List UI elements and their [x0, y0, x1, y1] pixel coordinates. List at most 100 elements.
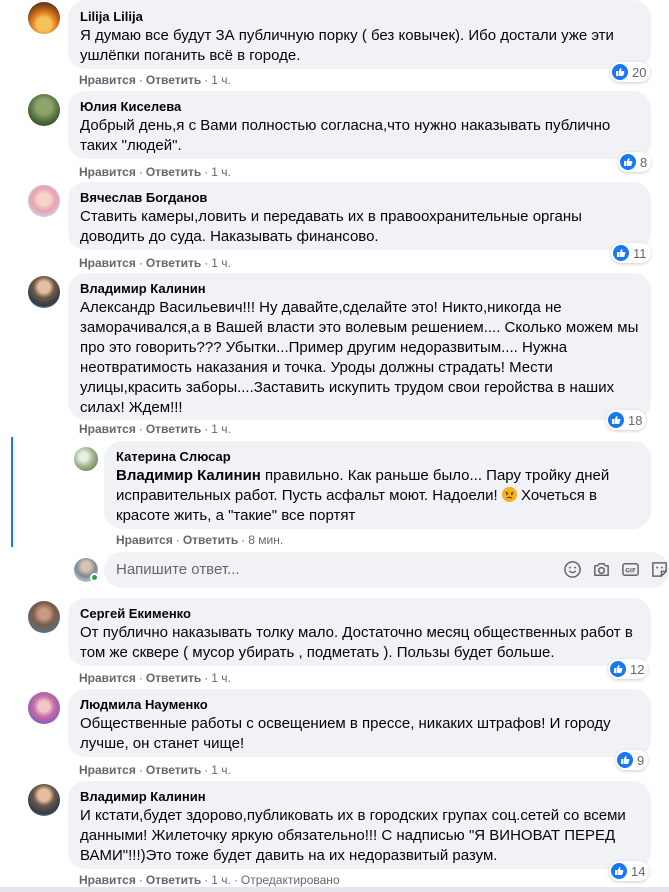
- comment-text-line: Общественные работы с освещением в пресс…: [80, 715, 611, 732]
- reaction-count[interactable]: 9: [615, 750, 649, 770]
- avatar[interactable]: [28, 784, 60, 816]
- comment-actions: Нравится · Ответить · 1 ч.: [79, 72, 231, 88]
- timestamp[interactable]: 1 ч.: [211, 256, 231, 270]
- avatar[interactable]: [28, 185, 60, 217]
- reaction-count[interactable]: 8: [618, 152, 652, 172]
- avatar[interactable]: [28, 692, 60, 724]
- reply-input-placeholder: Напишите ответ...: [116, 561, 240, 578]
- reaction-count[interactable]: 18: [606, 410, 647, 430]
- timestamp[interactable]: 8 мин.: [248, 533, 283, 547]
- separator: ·: [204, 256, 209, 270]
- reaction-count[interactable]: 20: [610, 62, 651, 82]
- sticker-icon[interactable]: [650, 560, 669, 579]
- like-count: 11: [633, 245, 647, 261]
- like-button[interactable]: Нравится: [79, 671, 136, 685]
- comment-author[interactable]: Людмила Науменко: [80, 697, 639, 713]
- reaction-count[interactable]: 12: [608, 659, 649, 679]
- reply-button[interactable]: Ответить: [146, 422, 201, 436]
- comment-actions: Нравится · Ответить · 1 ч.: [79, 762, 231, 778]
- avatar[interactable]: [28, 2, 60, 34]
- reply-button[interactable]: Ответить: [146, 873, 201, 887]
- reply-bubble: Катерина Слюсар Владимир Калинин правиль…: [104, 441, 651, 529]
- comment-text-line: про это говорить??? Убытки...Пример друг…: [80, 339, 568, 356]
- reply-text: Хочеться в: [516, 487, 597, 504]
- emoji-icon[interactable]: [563, 560, 582, 579]
- timestamp[interactable]: 1 ч.: [211, 873, 231, 887]
- separator: ·: [175, 533, 180, 547]
- reply-text: исправительных работ. Пусть асфальт моют…: [116, 487, 498, 504]
- like-button[interactable]: Нравится: [79, 165, 136, 179]
- separator: ·: [204, 873, 209, 887]
- comment-bubble: Людмила Науменко Общественные работы с о…: [68, 689, 651, 757]
- like-button[interactable]: Нравится: [116, 533, 173, 547]
- comment-bubble: Владимир Калинин И кстати,будет здорово,…: [68, 781, 651, 869]
- reply-input[interactable]: Напишите ответ... GIF: [104, 552, 669, 588]
- reply-text: правильно. Как раньше было... Пару тройк…: [260, 467, 610, 484]
- like-button[interactable]: Нравится: [79, 873, 136, 887]
- comment-actions: Нравится · Ответить · 1 ч.: [79, 164, 231, 180]
- mention-link[interactable]: Владимир Калинин: [116, 467, 261, 484]
- timestamp[interactable]: 1 ч.: [211, 165, 231, 179]
- separator: ·: [204, 422, 209, 436]
- separator: ·: [204, 763, 209, 777]
- separator: ·: [138, 73, 143, 87]
- reaction-count[interactable]: 14: [609, 861, 650, 881]
- comment-author[interactable]: Сергей Екименко: [80, 606, 639, 622]
- camera-icon[interactable]: [592, 560, 611, 579]
- input-tools: GIF: [563, 560, 669, 579]
- separator: ·: [204, 165, 209, 179]
- reply-text-line: красоте жить, а "такие" все портят: [116, 507, 356, 524]
- comment-text-line: ВАМИ"!!!)Это тоже будет давить на их нед…: [80, 847, 498, 864]
- avatar[interactable]: [28, 601, 60, 633]
- comment-author[interactable]: Владимир Калинин: [80, 789, 639, 805]
- comment-text-line: силах! Ждем!!!: [80, 399, 183, 416]
- avatar[interactable]: [28, 276, 60, 308]
- edited-label[interactable]: Отредактировано: [241, 873, 340, 887]
- like-icon: [613, 245, 629, 261]
- separator: ·: [138, 165, 143, 179]
- timestamp[interactable]: 1 ч.: [211, 671, 231, 685]
- comment-author[interactable]: Вячеслав Богданов: [80, 190, 639, 206]
- reply-button[interactable]: Ответить: [146, 165, 201, 179]
- angry-face-icon: [501, 487, 517, 502]
- avatar[interactable]: [28, 94, 60, 126]
- separator: ·: [138, 671, 143, 685]
- reply-button[interactable]: Ответить: [183, 533, 238, 547]
- timestamp[interactable]: 1 ч.: [211, 422, 231, 436]
- reply-author[interactable]: Катерина Слюсар: [116, 449, 639, 465]
- comment-bubble: Юлия Киселева Добрый день,я с Вами полно…: [68, 91, 651, 159]
- svg-text:GIF: GIF: [625, 568, 636, 574]
- like-icon: [608, 412, 624, 428]
- comment-author[interactable]: Владимир Калинин: [80, 281, 639, 297]
- comment-actions: Нравится · Ответить · 1 ч.: [79, 421, 231, 437]
- like-button[interactable]: Нравится: [79, 73, 136, 87]
- comment-bubble: Владимир Калинин Александр Васильевич!!!…: [68, 273, 651, 420]
- timestamp[interactable]: 1 ч.: [211, 763, 231, 777]
- comment-text-line: доводить до суда. Наказывать финансово.: [80, 228, 379, 245]
- like-button[interactable]: Нравится: [79, 763, 136, 777]
- comment-text-line: И кстати,будет здорово,публиковать их в …: [80, 807, 626, 824]
- comment-bubble: Lilija Lilija Я думаю все будут ЗА публи…: [68, 0, 651, 69]
- reply-button[interactable]: Ответить: [146, 256, 201, 270]
- gif-icon[interactable]: GIF: [621, 560, 640, 579]
- like-button[interactable]: Нравится: [79, 256, 136, 270]
- timestamp[interactable]: 1 ч.: [211, 73, 231, 87]
- comment-author[interactable]: Lilija Lilija: [80, 9, 639, 25]
- comment-text-line: том же сквере ( мусор убирать , подметат…: [80, 644, 555, 661]
- reply-button[interactable]: Ответить: [146, 671, 201, 685]
- comment-author[interactable]: Юлия Киселева: [80, 99, 639, 115]
- like-icon: [612, 64, 628, 80]
- like-count: 14: [631, 863, 646, 879]
- comment-actions: Нравится · Ответить · 1 ч.: [79, 255, 231, 271]
- like-count: 20: [632, 64, 647, 80]
- reply-thread-line: [11, 437, 13, 547]
- comment-text-line: Александр Васильевич!!! Ну давайте,сдела…: [80, 299, 562, 316]
- avatar[interactable]: [74, 447, 98, 471]
- separator: ·: [233, 873, 238, 887]
- reply-button[interactable]: Ответить: [146, 763, 201, 777]
- comment-text-line: Я думаю все будут ЗА публичную порку ( б…: [80, 27, 614, 44]
- reaction-count[interactable]: 11: [611, 243, 651, 263]
- reply-actions: Нравится · Ответить · 8 мин.: [116, 532, 283, 548]
- like-button[interactable]: Нравится: [79, 422, 136, 436]
- reply-button[interactable]: Ответить: [146, 73, 201, 87]
